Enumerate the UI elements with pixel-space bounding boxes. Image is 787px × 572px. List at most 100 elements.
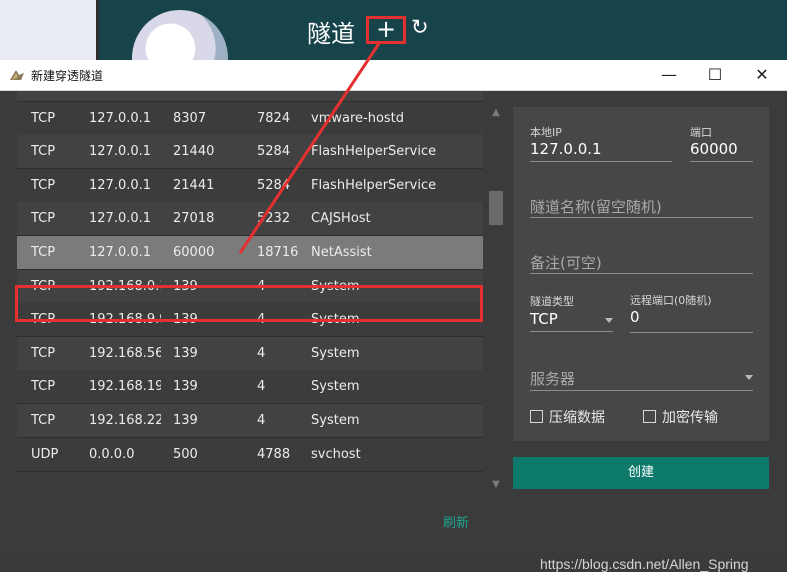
table-cell-proto: TCP <box>31 413 56 428</box>
encrypt-label: 加密传输 <box>662 410 718 426</box>
remark-input[interactable]: 备注(可空) <box>530 252 602 273</box>
local-ip-label: 本地IP <box>530 126 562 139</box>
table-cell-name: vmware-hostd <box>311 110 405 126</box>
table-cell-ip: 192.168.220 <box>89 413 161 428</box>
table-cell-proto: TCP <box>31 177 56 193</box>
table-cell-port: 139 <box>173 379 198 395</box>
table-cell-pid: 19944 <box>257 91 307 92</box>
scroll-thumb[interactable] <box>489 191 503 225</box>
scroll-down-arrow-icon[interactable]: ▼ <box>487 479 505 495</box>
background-side-panel <box>0 0 99 62</box>
table-cell-pid: 5232 <box>257 211 291 227</box>
title-bar[interactable]: 新建穿透隧道 — ☐ ✕ <box>0 60 787 91</box>
table-row[interactable]: TCP 127.0.0.1 8307 7824 vmware-hostd <box>17 101 483 136</box>
table-row[interactable]: TCP 192.168.220 139 4 System <box>17 404 483 438</box>
tunnel-name-input[interactable]: 隧道名称(留空随机) <box>530 196 662 217</box>
table-cell-pid: 4 <box>257 345 266 361</box>
tunnel-type-select[interactable]: TCP <box>530 310 558 328</box>
table-row[interactable]: TCP 0.0.0.0 52447 19944 GN.RTOProxy <box>17 91 483 102</box>
create-button[interactable]: 创建 <box>513 457 769 489</box>
table-cell-ip: 192.168.56.1 <box>89 345 161 361</box>
table-cell-proto: UDP <box>31 446 59 462</box>
table-cell-port: 60000 <box>173 245 215 260</box>
remark-underline <box>530 273 753 274</box>
table-cell-ip: 192.168.199 <box>89 379 161 395</box>
table-cell-ip: 0.0.0.0 <box>89 446 135 462</box>
watermark: https://blog.csdn.net/Allen_Spring <box>540 556 749 572</box>
table-cell-name: FlashHelperService <box>311 144 437 160</box>
selection-highlight-frame <box>15 285 483 322</box>
server-underline <box>530 390 753 391</box>
table-cell-proto: TCP <box>31 379 56 395</box>
tunnel-form: 本地IP 127.0.0.1 端口 60000 隧道名称(留空随机) 备注(可空… <box>513 107 769 441</box>
port-input[interactable]: 60000 <box>690 140 738 158</box>
table-cell-proto: TCP <box>31 91 81 92</box>
table-row[interactable]: TCP 127.0.0.1 21440 5284 FlashHelperService <box>17 135 483 170</box>
new-tunnel-dialog: 新建穿透隧道 — ☐ ✕ TCP 0.0.0.0 52447 19944 GN.RTOP… <box>0 60 787 572</box>
maximize-button[interactable]: ☐ <box>692 60 738 90</box>
table-row[interactable]: UDP 0.0.0.0 500 4788 svchost <box>17 437 483 472</box>
table-row[interactable]: TCP 127.0.0.1 21441 5284 FlashHelperService <box>17 168 483 203</box>
table-row[interactable]: TCP 127.0.0.1 27018 5232 CAJSHost <box>17 202 483 237</box>
table-cell-ip: 127.0.0.1 <box>89 177 152 193</box>
table-cell-proto: TCP <box>31 110 56 126</box>
table-cell-port: 21440 <box>173 144 215 160</box>
table-cell-ip: 127.0.0.1 <box>89 144 152 160</box>
plus-icon[interactable]: + <box>366 16 406 44</box>
window-title: 新建穿透隧道 <box>31 69 104 83</box>
table-cell-ip: 127.0.0.1 <box>89 110 152 126</box>
table-cell-port: 27018 <box>173 211 215 227</box>
table-cell-name: System <box>311 413 360 428</box>
tunnel-type-underline <box>530 331 613 332</box>
tunnel-type-label: 隧道类型 <box>530 295 574 308</box>
remote-port-underline <box>630 332 753 333</box>
table-cell-name: CAJSHost <box>311 211 371 227</box>
table-cell-name: NetAssist <box>311 245 372 260</box>
table-cell-pid: 5284 <box>257 177 291 193</box>
compress-label: 压缩数据 <box>549 410 605 426</box>
local-ip-input[interactable]: 127.0.0.1 <box>530 140 602 158</box>
local-ip-underline <box>530 161 672 162</box>
table-row[interactable]: TCP 192.168.56.1 139 4 System <box>17 336 483 371</box>
port-underline <box>690 161 753 162</box>
dialog-content: TCP 0.0.0.0 52447 19944 GN.RTOProxy TCP 127.0.… <box>0 91 787 572</box>
compress-checkbox[interactable] <box>530 410 543 423</box>
table-cell-pid: 7824 <box>257 110 291 126</box>
remote-port-input[interactable]: 0 <box>630 308 640 326</box>
table-cell-pid: 4 <box>257 413 266 428</box>
scroll-up-arrow-icon[interactable]: ▲ <box>487 107 505 123</box>
page-title: 隧道 <box>307 20 355 48</box>
table-cell-pid: 5284 <box>257 144 291 160</box>
port-label: 端口 <box>690 126 712 139</box>
table-cell-port: 8307 <box>173 110 207 126</box>
table-cell-pid: 4788 <box>257 446 291 462</box>
table-cell-ip: 127.0.0.1 <box>89 211 152 227</box>
table-cell-port: 500 <box>173 446 198 462</box>
close-button[interactable]: ✕ <box>739 60 785 90</box>
table-cell-proto: TCP <box>31 245 56 260</box>
table-cell-name: GN.RTOProxy <box>311 91 481 92</box>
table-cell-name: FlashHelperService <box>311 177 437 193</box>
table-cell-proto: TCP <box>31 144 56 160</box>
tunnel-name-underline <box>530 217 753 218</box>
refresh-link[interactable]: 刷新 <box>443 512 469 531</box>
minimize-button[interactable]: — <box>646 60 692 90</box>
encrypt-checkbox[interactable] <box>643 410 656 423</box>
table-cell-pid: 4 <box>257 379 266 395</box>
table-cell-port: 21441 <box>173 177 215 193</box>
table-cell-name: svchost <box>311 446 361 462</box>
list-scrollbar[interactable]: ▲ ▼ <box>487 107 505 495</box>
server-select[interactable]: 服务器 <box>530 368 575 389</box>
chevron-down-icon[interactable] <box>745 375 753 380</box>
table-cell-port: 52447 <box>173 91 243 92</box>
refresh-icon[interactable]: ↻ <box>411 15 429 39</box>
table-row[interactable]: TCP 192.168.199 139 4 System <box>17 370 483 405</box>
table-cell-ip: 0.0.0.0 <box>89 91 161 92</box>
table-cell-port: 139 <box>173 413 198 428</box>
table-cell-ip: 127.0.0.1 <box>89 245 152 260</box>
chevron-down-icon[interactable] <box>605 318 613 323</box>
table-cell-name: System <box>311 379 360 395</box>
table-row[interactable]: TCP 127.0.0.1 60000 18716 NetAssist <box>17 236 483 270</box>
table-cell-proto: TCP <box>31 211 56 227</box>
app-icon <box>10 70 24 80</box>
